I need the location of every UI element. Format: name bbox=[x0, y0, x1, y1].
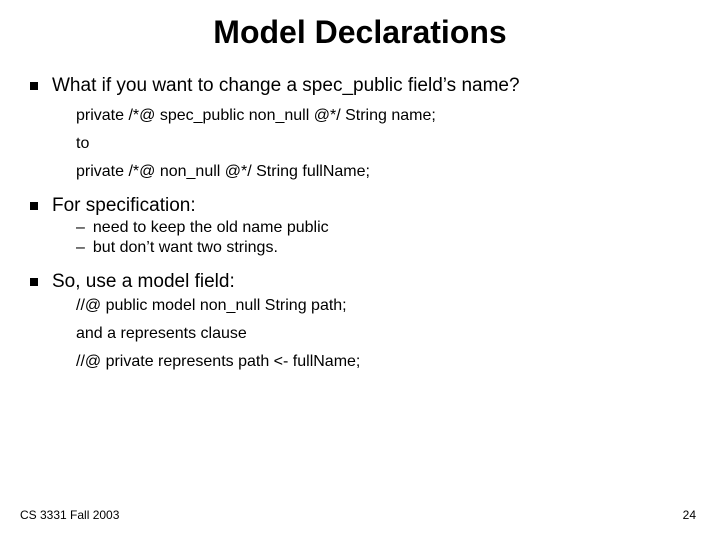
dash-item-2: – but don’t want two strings. bbox=[76, 239, 690, 257]
code-line-2: private /*@ non_null @*/ String fullName… bbox=[76, 163, 690, 181]
square-bullet-icon bbox=[30, 82, 38, 90]
footer-left: CS 3331 Fall 2003 bbox=[20, 508, 119, 522]
slide: Model Declarations What if you want to c… bbox=[0, 0, 720, 540]
square-bullet-icon bbox=[30, 202, 38, 210]
footer: CS 3331 Fall 2003 24 bbox=[20, 508, 696, 522]
bullet-item-3: So, use a model field: bbox=[30, 271, 690, 293]
to-line: to bbox=[76, 135, 690, 153]
bullet-text: What if you want to change a spec_public… bbox=[52, 75, 520, 97]
dash-item-1: – need to keep the old name public bbox=[76, 219, 690, 237]
dash-text: but don’t want two strings. bbox=[93, 239, 278, 257]
bullet-text: So, use a model field: bbox=[52, 271, 235, 293]
code-line-4: //@ private represents path <- fullName; bbox=[76, 353, 690, 371]
footer-page-number: 24 bbox=[683, 508, 696, 522]
dash-icon: – bbox=[76, 239, 85, 257]
dash-text: need to keep the old name public bbox=[93, 219, 329, 237]
bullet-item-1: What if you want to change a spec_public… bbox=[30, 75, 690, 97]
bullet-item-2: For specification: bbox=[30, 195, 690, 217]
bullet-text: For specification: bbox=[52, 195, 196, 217]
dash-icon: – bbox=[76, 219, 85, 237]
and-line: and a represents clause bbox=[76, 325, 690, 343]
slide-body: What if you want to change a spec_public… bbox=[0, 75, 720, 371]
square-bullet-icon bbox=[30, 278, 38, 286]
code-line-3: //@ public model non_null String path; bbox=[76, 297, 690, 315]
code-line-1: private /*@ spec_public non_null @*/ Str… bbox=[76, 107, 690, 125]
slide-title: Model Declarations bbox=[0, 0, 720, 61]
